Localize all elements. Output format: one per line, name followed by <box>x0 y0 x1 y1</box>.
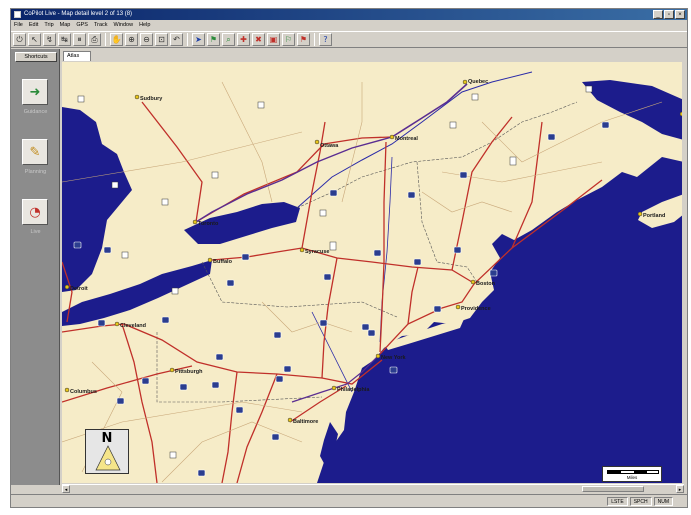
scroll-thumb[interactable] <box>582 486 644 492</box>
pan-icon[interactable]: ✋ <box>110 33 123 46</box>
planning-icon: ✎ <box>29 144 41 160</box>
status-lste: LSTE <box>607 496 628 506</box>
app-icon <box>14 11 21 18</box>
zoom-previous-icon[interactable]: ↶ <box>170 33 183 46</box>
pointer-icon[interactable]: ↖ <box>28 33 41 46</box>
map-canvas[interactable]: Quebec Sudbury Ottawa Montreal Toronto S… <box>62 62 684 483</box>
live-button[interactable]: ◔ <box>22 199 48 225</box>
shortcuts-tab[interactable]: Shortcuts <box>15 52 57 62</box>
city-label-detroit: Detroit <box>70 286 88 292</box>
city-label-new-york: New York <box>381 355 406 361</box>
city-label-philadelphia: Philadelphia <box>337 387 370 393</box>
find-icon[interactable]: ⌕ <box>222 33 235 46</box>
scroll-left-icon[interactable]: ◂ <box>62 485 70 493</box>
maximize-button[interactable]: ▫ <box>664 10 674 19</box>
city-label-buffalo: Buffalo <box>213 259 233 265</box>
city-label-sudbury: Sudbury <box>140 96 163 102</box>
menu-gps[interactable]: GPS <box>76 20 88 30</box>
city-label-portland: Portland <box>643 213 665 219</box>
zoom-out-icon[interactable]: ⊖ <box>140 33 153 46</box>
toolbar-separator <box>105 33 106 46</box>
status-num: NUM <box>653 496 673 506</box>
start-flag-icon[interactable]: ⚐ <box>282 33 295 46</box>
menu-trip[interactable]: Trip <box>44 20 53 30</box>
toolbar-separator <box>187 33 188 46</box>
menu-file[interactable]: File <box>14 20 23 30</box>
route-icon[interactable]: ↹ <box>58 33 71 46</box>
city-label-toronto: Toronto <box>198 221 219 227</box>
status-spch: SPCH <box>629 496 652 506</box>
zoom-fit-icon[interactable]: ⊡ <box>155 33 168 46</box>
menu-help[interactable]: Help <box>139 20 150 30</box>
guidance-icon: ➜ <box>29 84 41 100</box>
power-icon[interactable]: ⏻ <box>13 33 26 46</box>
city-label-providence: Providence <box>461 306 491 312</box>
menu-window[interactable]: Window <box>114 20 134 30</box>
title-bar: CoPilot Live - Map detail level 2 of 13 … <box>11 9 687 20</box>
shortcuts-sidebar: Shortcuts ➜ Guidance ✎ Planning ◔ Live <box>11 49 60 485</box>
window-title: CoPilot Live - Map detail level 2 of 13 … <box>24 11 133 17</box>
document-tabs: Atlas <box>61 49 687 61</box>
toolbar: ⏻ ↖ ↯ ↹ ⏸ ⎙ ✋ ⊕ ⊖ ⊡ ↶ ➤ ⚑ ⌕ ✚ ✖ ▣ ⚐ ⚑ ? <box>11 31 687 48</box>
scale-bar <box>607 470 659 474</box>
map-scale: Miles <box>602 466 662 482</box>
planning-label: Planning <box>24 169 47 175</box>
live-icon: ◔ <box>29 204 41 220</box>
minimize-button[interactable]: _ <box>653 10 663 19</box>
pause-icon[interactable]: ⏸ <box>73 33 86 46</box>
menu-map[interactable]: Map <box>60 20 71 30</box>
city-label-montreal: Montreal <box>395 136 418 142</box>
help-icon[interactable]: ? <box>319 33 332 46</box>
add-stop-icon[interactable]: ✚ <box>237 33 250 46</box>
menu-bar: File Edit Trip Map GPS Track Window Help <box>11 20 687 30</box>
flag-icon[interactable]: ⚑ <box>207 33 220 46</box>
north-compass: N <box>85 429 129 474</box>
city-label-syracuse: Syracuse <box>305 249 329 255</box>
atlas-tab[interactable]: Atlas <box>63 51 91 61</box>
vertical-scrollbar[interactable] <box>682 62 687 483</box>
city-label-boston: Boston <box>476 281 496 287</box>
compass-arrow-icon <box>95 445 121 471</box>
city-label-columbus: Columbus <box>70 389 97 395</box>
city-label-cleveland: Cleveland <box>120 323 146 329</box>
scroll-right-icon[interactable]: ▸ <box>676 485 684 493</box>
city-label-quebec: Quebec <box>468 79 488 85</box>
map-view[interactable]: Quebec Sudbury Ottawa Montreal Toronto S… <box>62 62 684 483</box>
city-label-ottawa: Ottawa <box>320 143 339 149</box>
planning-button[interactable]: ✎ <box>22 139 48 165</box>
status-bar: LSTE SPCH NUM <box>11 494 687 507</box>
menu-edit[interactable]: Edit <box>29 20 38 30</box>
scale-label: Miles <box>626 475 638 480</box>
live-label: Live <box>30 229 41 235</box>
truck-icon[interactable]: ▣ <box>267 33 280 46</box>
city-label-pittsburgh: Pittsburgh <box>175 369 203 375</box>
horizontal-scrollbar[interactable]: ◂ ▸ <box>62 484 684 493</box>
app-window: CoPilot Live - Map detail level 2 of 13 … <box>10 8 688 508</box>
print-icon[interactable]: ⎙ <box>88 33 101 46</box>
menu-track[interactable]: Track <box>94 20 108 30</box>
gps-arrow-icon[interactable]: ➤ <box>192 33 205 46</box>
zoom-select-icon[interactable]: ↯ <box>43 33 56 46</box>
toolbar-separator <box>314 33 315 46</box>
end-flag-icon[interactable]: ⚑ <box>297 33 310 46</box>
city-label-baltimore: Baltimore <box>293 419 318 425</box>
remove-stop-icon[interactable]: ✖ <box>252 33 265 46</box>
guidance-button[interactable]: ➜ <box>22 79 48 105</box>
window-controls: _ ▫ × <box>653 10 685 19</box>
zoom-in-icon[interactable]: ⊕ <box>125 33 138 46</box>
guidance-label: Guidance <box>23 109 48 115</box>
close-button[interactable]: × <box>675 10 685 19</box>
